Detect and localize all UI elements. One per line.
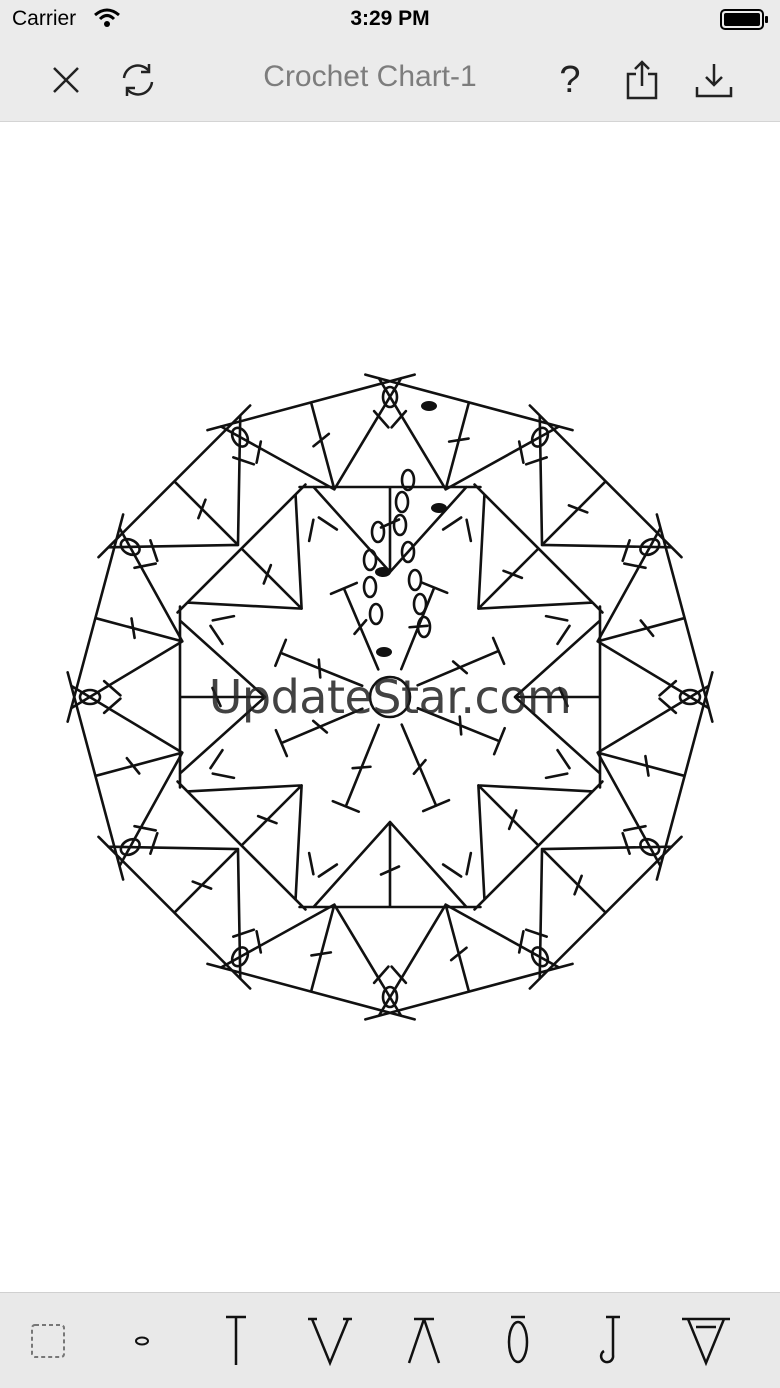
stitch-toolbar: [0, 1292, 780, 1388]
chain-stitch: [362, 575, 378, 599]
share-icon: [626, 60, 658, 100]
page-title: Crochet Chart-1: [263, 60, 477, 93]
status-bar: Carrier 3:29 PM: [0, 0, 780, 40]
inner-stitch: [331, 723, 381, 813]
share-button[interactable]: [618, 56, 666, 104]
nav-bar: Crochet Chart-1 ?: [0, 40, 780, 122]
watermark: UpdateStar.com: [208, 670, 572, 724]
popcorn-icon: [507, 1315, 529, 1364]
decrease-icon: [407, 1317, 441, 1364]
chain-stitch: [362, 548, 378, 572]
double-crochet-icon: [226, 1315, 246, 1365]
chain-stitch: [368, 602, 384, 626]
chain-oval-icon: [135, 1336, 149, 1346]
chain-stitch: [412, 592, 428, 616]
status-time: 3:29 PM: [350, 7, 430, 30]
v-stitch-tool[interactable]: [300, 1311, 360, 1371]
refresh-button[interactable]: [114, 56, 162, 104]
battery-icon: [720, 8, 770, 37]
chain-stitch-tool[interactable]: [112, 1311, 172, 1371]
hook-stitch-tool[interactable]: [582, 1311, 642, 1371]
close-button[interactable]: [42, 56, 90, 104]
shell-stitch-tool[interactable]: [676, 1311, 736, 1371]
middle-fan: [298, 485, 482, 574]
chain-stitch: [370, 520, 386, 544]
chain-stitch: [407, 568, 423, 592]
slip-stitch: [376, 647, 392, 657]
decrease-stitch-tool[interactable]: [394, 1311, 454, 1371]
v-stitch-icon: [308, 1317, 352, 1367]
inner-stitch: [329, 581, 380, 671]
download-button[interactable]: [690, 56, 738, 104]
middle-fan: [298, 820, 482, 909]
chain-stitch: [394, 490, 410, 514]
inner-stitch: [400, 723, 451, 813]
chain-stitch: [392, 513, 408, 537]
refresh-icon: [122, 64, 154, 96]
close-icon: [53, 67, 79, 93]
help-button[interactable]: ?: [546, 56, 594, 104]
select-tool[interactable]: [18, 1311, 78, 1371]
popcorn-stitch-tool[interactable]: [488, 1311, 548, 1371]
dashed-square-icon: [31, 1324, 65, 1358]
shell-icon: [682, 1317, 730, 1367]
slip-stitch: [431, 503, 447, 513]
slip-stitch: [421, 401, 437, 411]
slip-stitch: [375, 567, 391, 577]
double-crochet-tool[interactable]: [206, 1311, 266, 1371]
download-icon: [695, 64, 733, 98]
hook-icon: [599, 1315, 620, 1364]
